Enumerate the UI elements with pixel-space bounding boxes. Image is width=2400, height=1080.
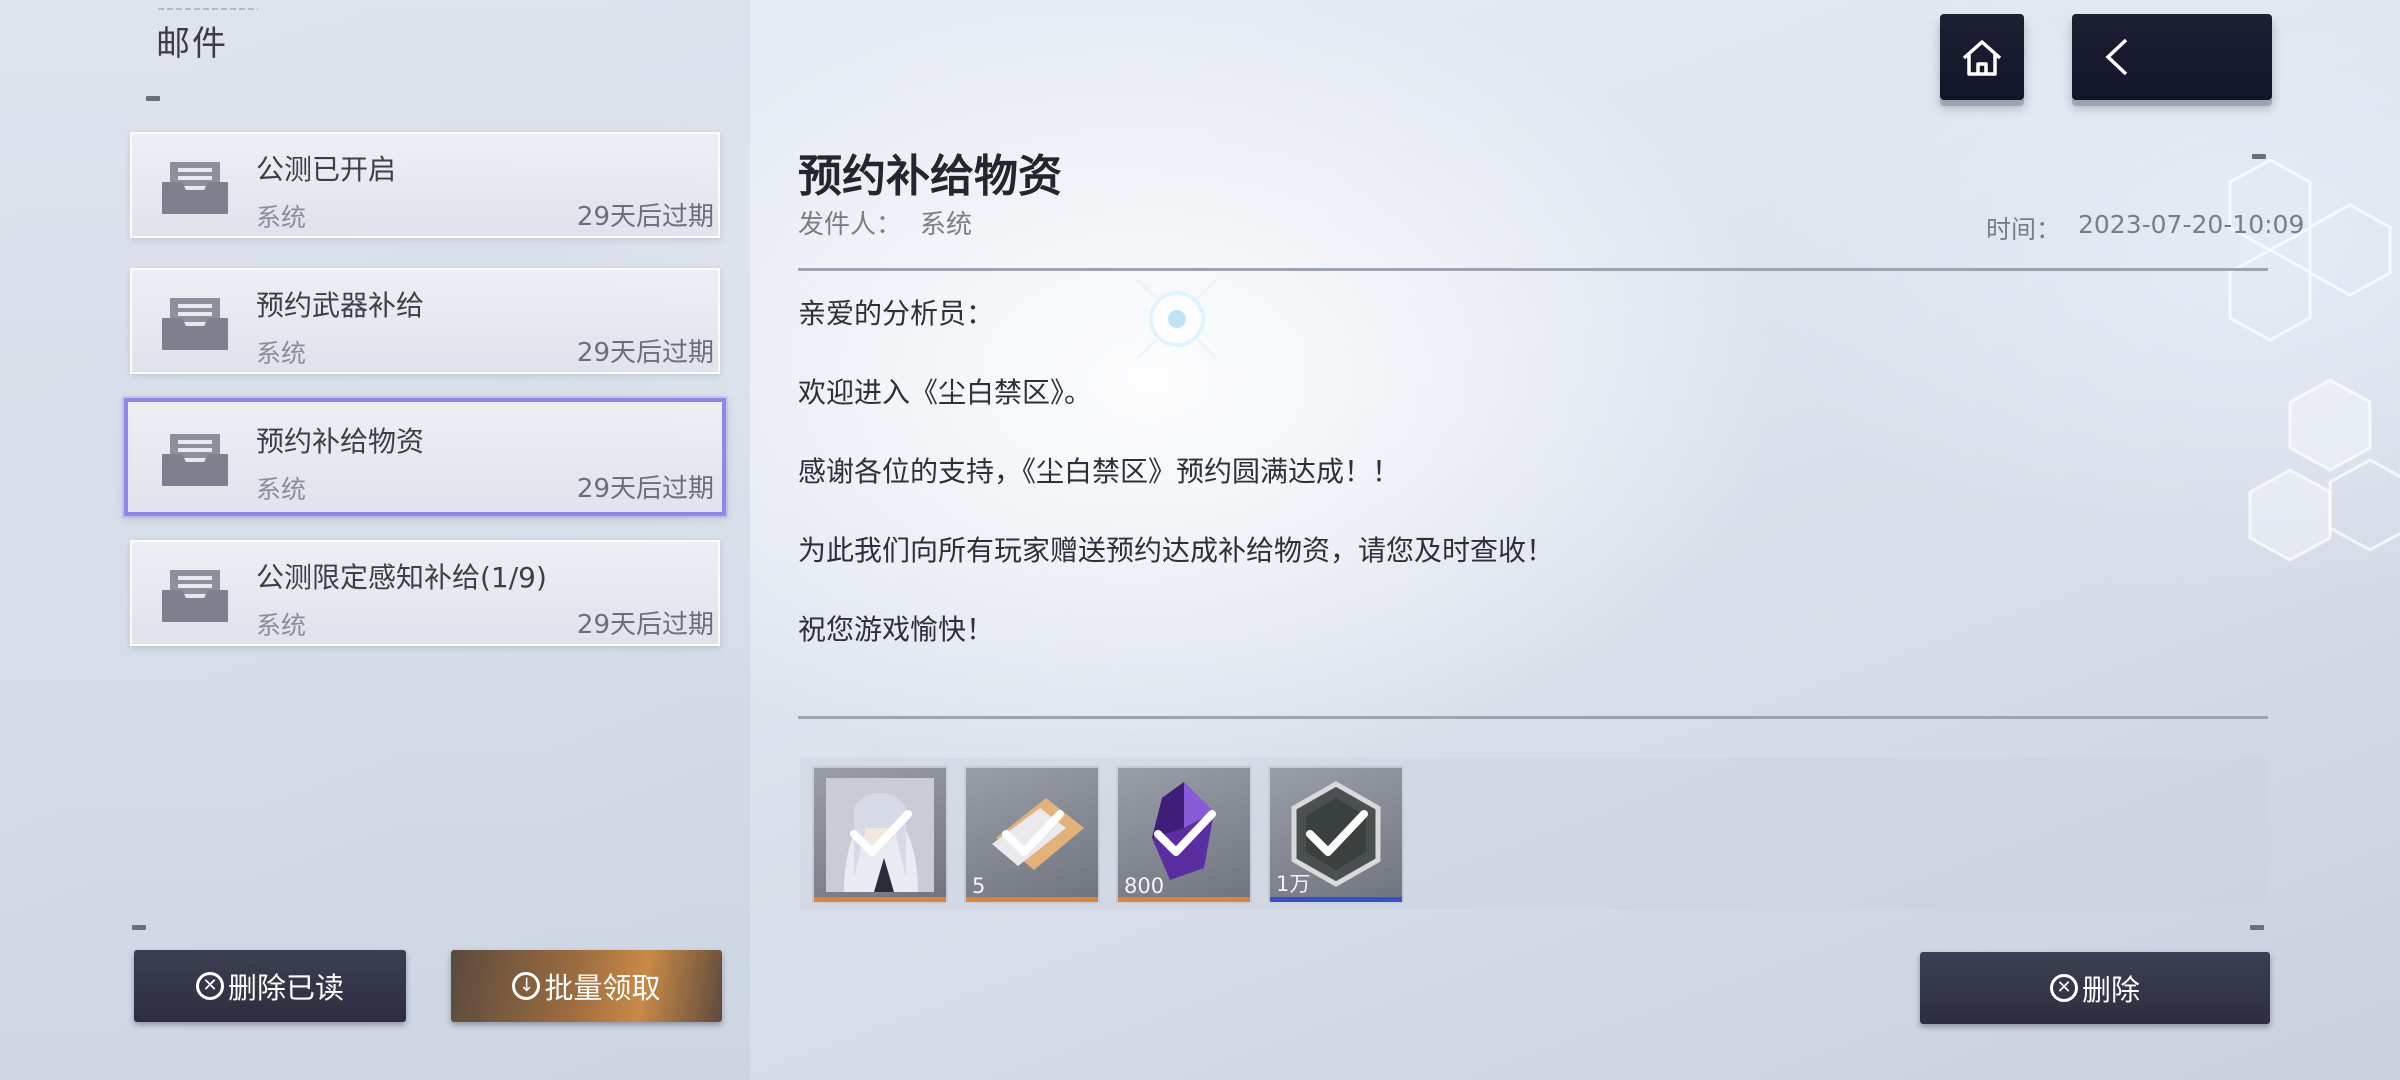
claimed-check-icon [850, 810, 912, 856]
divider-mark [2250, 925, 2264, 930]
mail-subject: 预约补给物资 [256, 425, 425, 458]
sender-label: 发件人： [798, 210, 903, 240]
mail-expiry: 29天后过期 [576, 338, 714, 368]
rarity-stripe [966, 897, 1098, 902]
download-circle-icon: ↓ [512, 972, 541, 1000]
mail-body-line: 祝您游戏愉快！ [798, 613, 995, 646]
header-divider [798, 268, 2268, 271]
reward-count: 5 [972, 874, 986, 898]
claimed-check-icon [1002, 810, 1064, 856]
sender-name: 系统 [920, 210, 973, 240]
mail-time: 2023-07-20-10:09 [2078, 210, 2305, 239]
crosshair-reticle-icon [1136, 278, 1218, 360]
mail-sender: 系统 [256, 203, 307, 232]
reward-item[interactable]: 800 [1116, 766, 1252, 904]
title-decoration [158, 8, 258, 10]
mail-expiry: 29天后过期 [576, 202, 714, 232]
mail-item-selected[interactable]: 预约补给物资 系统 29天后过期 [124, 398, 726, 516]
mail-item[interactable]: 公测限定感知补给(1/9) 系统 29天后过期 [130, 540, 720, 646]
delete-label: 删除 [2081, 973, 2140, 1007]
mail-expiry: 29天后过期 [576, 610, 714, 640]
mail-detail-title: 预约补给物资 [798, 151, 1062, 202]
divider-mark [132, 925, 146, 930]
body-divider [798, 716, 2268, 719]
mail-body-line: 为此我们向所有玩家赠送预约达成补给物资，请您及时查收！ [798, 534, 1555, 567]
close-circle-icon: ✕ [195, 972, 224, 1000]
delete-read-button[interactable]: ✕ 删除已读 [134, 950, 406, 1022]
mailbox-icon [162, 162, 228, 214]
close-circle-icon: ✕ [2049, 974, 2078, 1002]
reward-item[interactable]: 5 [964, 766, 1100, 904]
batch-claim-button[interactable]: ↓ 批量领取 [451, 950, 722, 1022]
mail-sender: 系统 [256, 475, 307, 504]
divider-mark [146, 96, 160, 101]
batch-claim-label: 批量领取 [544, 971, 661, 1005]
reward-count: 800 [1124, 874, 1165, 898]
back-button[interactable] [2072, 14, 2272, 100]
reward-count: 1万 [1276, 872, 1311, 896]
rarity-stripe [1270, 897, 1402, 902]
page-title: 邮件 [156, 24, 228, 64]
divider-mark [2252, 154, 2266, 159]
delete-button[interactable]: ✕ 删除 [1920, 952, 2270, 1024]
reward-item[interactable] [812, 766, 948, 904]
rarity-stripe [814, 897, 946, 902]
mail-item[interactable]: 预约武器补给 系统 29天后过期 [130, 268, 720, 374]
mail-body-line: 感谢各位的支持，《尘白禁区》预约圆满达成！！ [798, 455, 1401, 488]
mail-subject: 预约武器补给 [256, 289, 425, 322]
mail-sender: 系统 [256, 611, 307, 640]
mail-expiry: 29天后过期 [576, 474, 714, 504]
reward-item[interactable]: 1万 [1268, 766, 1404, 904]
mailbox-icon [162, 298, 228, 350]
time-label: 时间： [1986, 215, 2062, 244]
mail-subject: 公测限定感知补给(1/9) [256, 561, 547, 594]
mailbox-icon [162, 434, 228, 486]
home-icon [1962, 40, 2002, 76]
delete-read-label: 删除已读 [227, 971, 344, 1005]
mailbox-icon [162, 570, 228, 622]
home-button[interactable] [1940, 14, 2024, 100]
mail-body-line: 欢迎进入《尘白禁区》。 [798, 376, 1093, 409]
mail-item[interactable]: 公测已开启 系统 29天后过期 [130, 132, 720, 238]
mail-body-line: 亲爱的分析员： [798, 297, 995, 330]
rarity-stripe [1118, 897, 1250, 902]
mail-subject: 公测已开启 [256, 153, 397, 186]
back-arrow-icon [2105, 38, 2128, 76]
mail-sender: 系统 [256, 339, 307, 368]
